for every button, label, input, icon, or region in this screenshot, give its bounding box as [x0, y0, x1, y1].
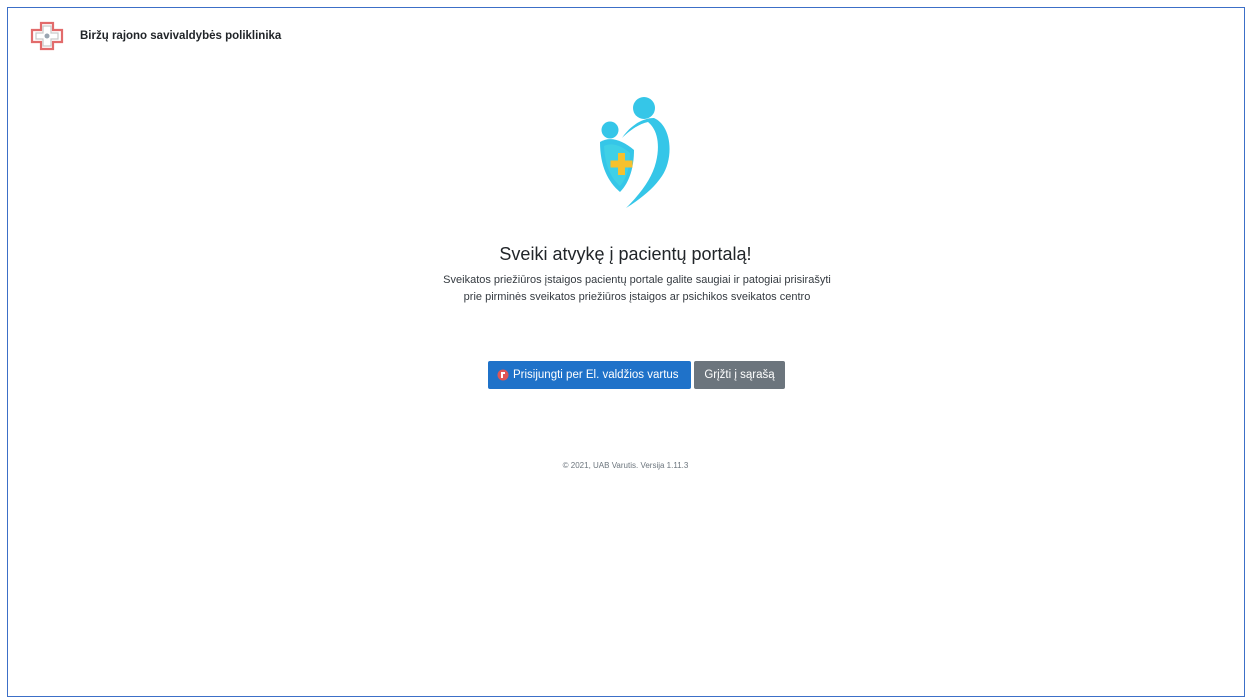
clinic-cross-logo: [30, 21, 64, 51]
patient-care-shield-icon: [600, 97, 670, 208]
login-gateway-button[interactable]: Prisijungti per El. valdžios vartus: [488, 361, 691, 389]
back-to-list-button[interactable]: Grįžti į sąrašą: [694, 361, 785, 389]
welcome-description: Sveikatos priežiūros įstaigos pacientų p…: [443, 274, 831, 303]
footer-copyright: © 2021, UAB Varutis. Versija 1.11.3: [562, 461, 689, 470]
header: Biržų rajono savivaldybės poliklinika: [30, 21, 281, 51]
gateway-emblem-icon: [497, 369, 509, 381]
action-buttons: Prisijungti per El. valdžios vartus Grįž…: [488, 361, 785, 389]
login-gateway-label: Prisijungti per El. valdžios vartus: [513, 369, 679, 381]
welcome-title: Sveiki atvykę į pacientų portalą!: [499, 244, 752, 264]
org-name: Biržų rajono savivaldybės poliklinika: [80, 30, 282, 42]
